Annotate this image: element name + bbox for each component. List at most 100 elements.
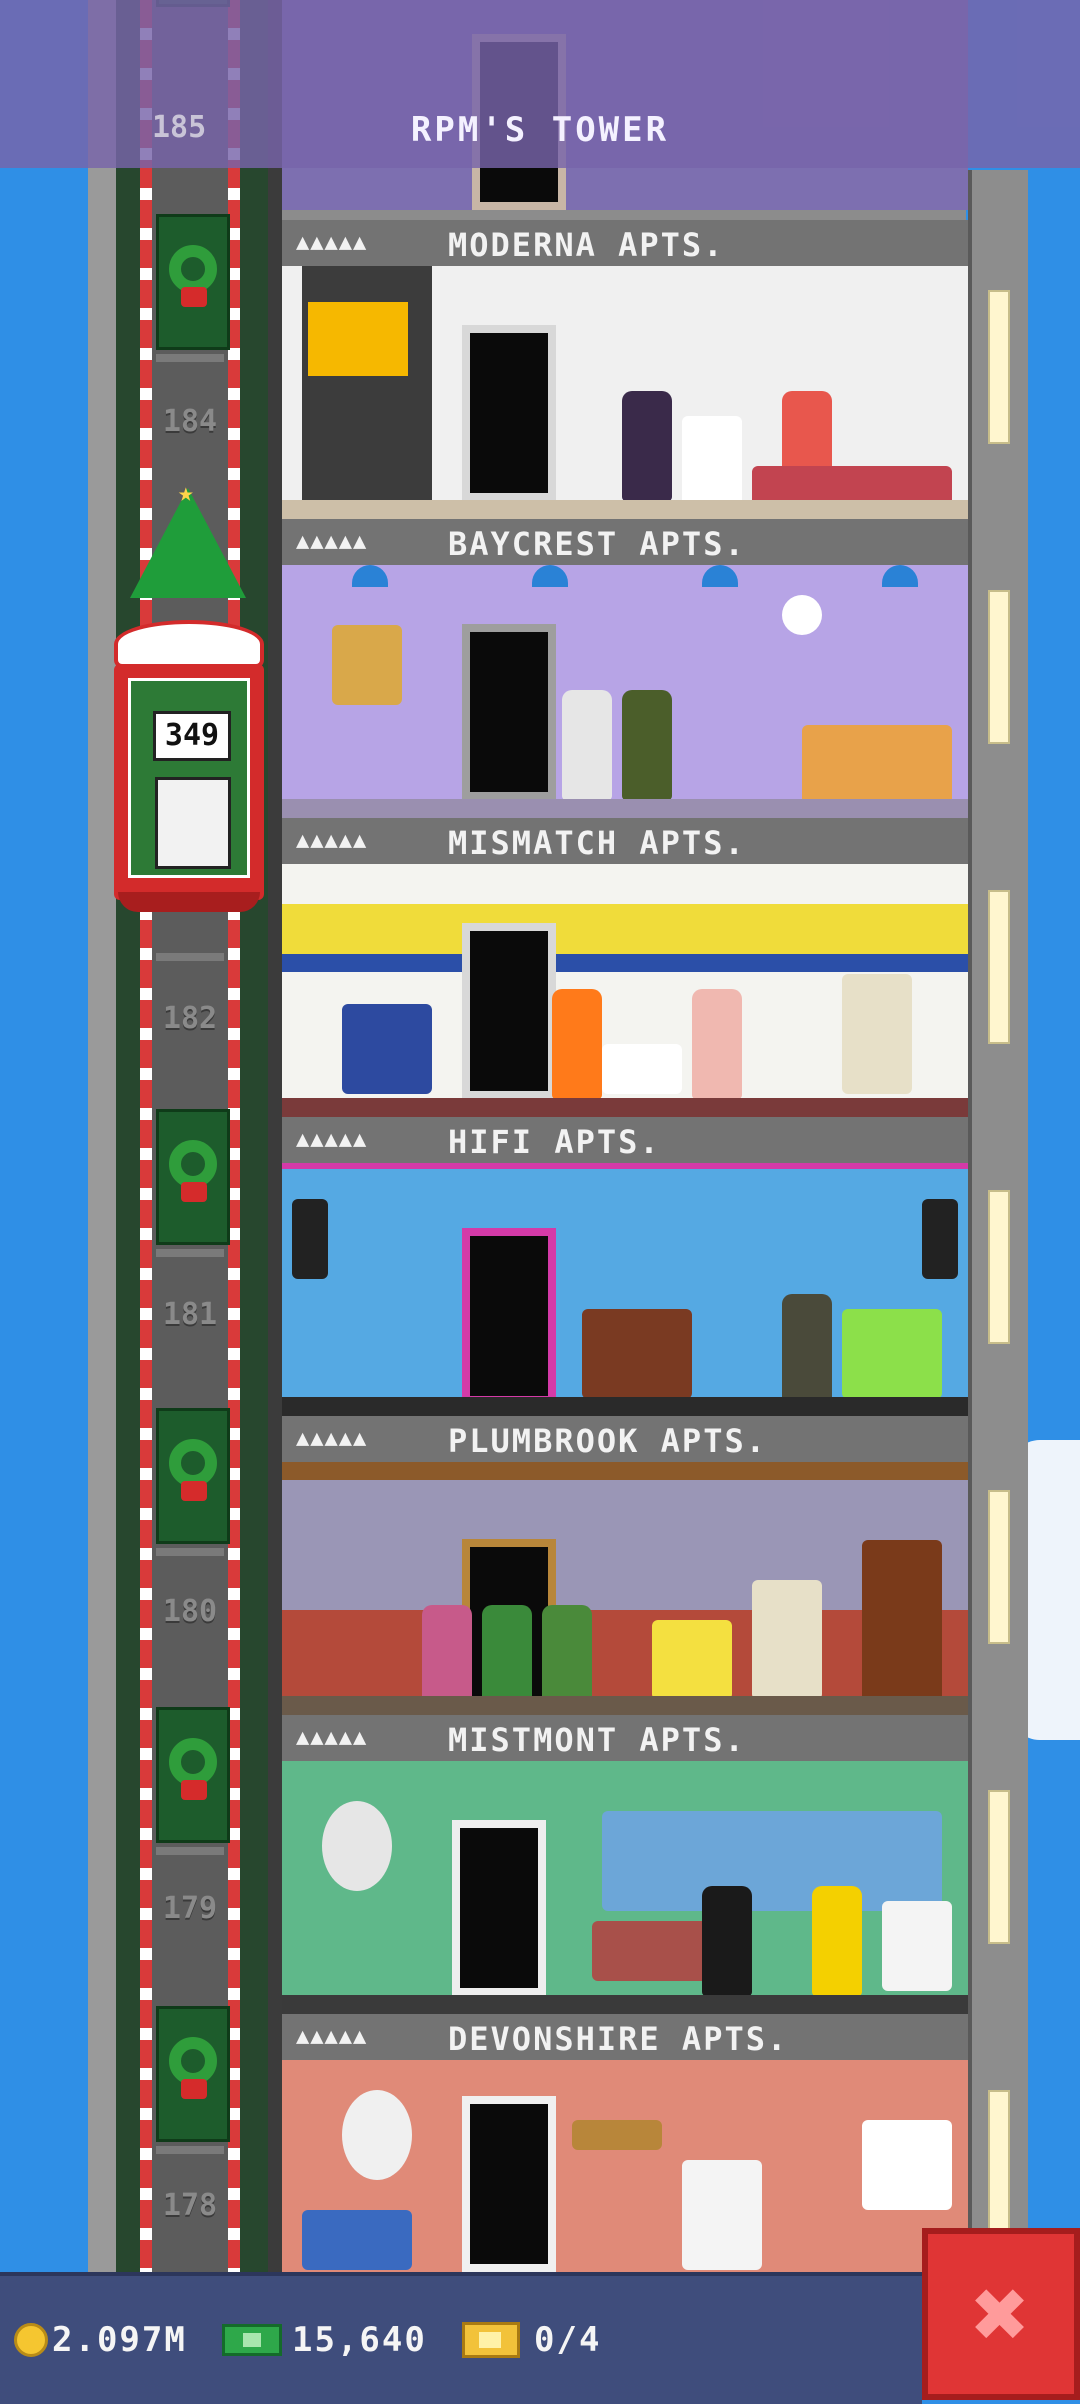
star-icon: ★ <box>178 478 194 508</box>
ceiling-lamp <box>882 565 918 587</box>
shaft-floor-number: 184 <box>162 404 218 439</box>
window <box>862 2120 952 2210</box>
elevator-roof <box>114 620 264 668</box>
shaft-floor: 180 <box>152 1408 230 1707</box>
floorboard <box>282 1696 968 1715</box>
elevator-door <box>156 1707 230 1843</box>
resident-character[interactable] <box>782 1294 832 1404</box>
story-name: MISMATCH APTS. <box>448 824 746 862</box>
room-interior <box>282 1761 968 2006</box>
robot-character[interactable] <box>562 690 612 800</box>
shaft-floor: 178 <box>152 2006 230 2305</box>
coins-counter[interactable]: 2.097M <box>14 2314 187 2366</box>
bux-value: 15,640 <box>292 2320 427 2360</box>
painting <box>332 625 402 705</box>
story-moderna[interactable]: ▲▲▲▲▲ MODERNA APTS. <box>282 220 968 519</box>
shaft-slat <box>156 1548 224 1556</box>
elevator-shaft[interactable]: 184 182 181 180 179 178 <box>140 0 240 2272</box>
tickets-counter[interactable]: 0/4 <box>462 2314 601 2366</box>
shaft-outer-wall <box>88 0 116 2272</box>
occupants-icon: ▲▲▲▲▲ <box>296 1127 368 1152</box>
close-button[interactable]: ✖ <box>922 2228 1080 2400</box>
story-name: DEVONSHIRE APTS. <box>448 2020 789 2058</box>
column-light <box>988 890 1010 1044</box>
story-nameplate: ▲▲▲▲▲ MISMATCH APTS. <box>282 818 968 868</box>
clock-icon <box>782 595 822 635</box>
story-plumbrook[interactable]: ▲▲▲▲▲ PLUMBROOK APTS. <box>282 1416 968 1725</box>
occupants-icon: ▲▲▲▲▲ <box>296 2024 368 2049</box>
story-baycrest[interactable]: ▲▲▲▲▲ BAYCREST APTS. <box>282 519 968 818</box>
coins-value: 2.097M <box>52 2320 187 2360</box>
room-door <box>452 1820 546 1996</box>
story-hifi[interactable]: ▲▲▲▲▲ HIFI APTS. <box>282 1117 968 1416</box>
shaft-inner-wall-right <box>240 0 268 2272</box>
wreath-icon <box>169 1439 217 1487</box>
elevator-door <box>156 1408 230 1544</box>
elevator-car[interactable]: 349 <box>114 620 264 916</box>
sofa <box>302 2210 412 2270</box>
shaft-floor-number: 181 <box>162 1297 218 1332</box>
punk-character[interactable] <box>552 989 602 1099</box>
shaft-slat <box>156 1847 224 1855</box>
shaft-column <box>268 0 282 2272</box>
elevator-door <box>156 214 230 350</box>
sofa <box>592 1921 712 1981</box>
room-interior <box>282 1163 968 1414</box>
shaft-floor-number: 182 <box>162 1001 218 1036</box>
story-nameplate: ▲▲▲▲▲ MODERNA APTS. <box>282 220 968 270</box>
story-mistmont[interactable]: ▲▲▲▲▲ MISTMONT APTS. <box>282 1715 968 2014</box>
shaft-slat <box>156 1249 224 1257</box>
story-devonshire[interactable]: ▲▲▲▲▲ DEVONSHIRE APTS. <box>282 2014 968 2313</box>
ceiling-lamp <box>702 565 738 587</box>
room-interior <box>282 864 968 1109</box>
shaft-floor: 179 <box>152 1707 230 2006</box>
tickets-value: 0/4 <box>534 2320 602 2360</box>
hazmat-character[interactable] <box>812 1886 862 1996</box>
close-icon: ✖ <box>972 2258 1030 2370</box>
shaft-floor: 184 <box>152 214 230 513</box>
wreath-icon <box>169 245 217 293</box>
story-nameplate: ▲▲▲▲▲ MISTMONT APTS. <box>282 1715 968 1765</box>
floorboard <box>282 500 968 519</box>
astronaut-character[interactable] <box>702 1886 752 1996</box>
shaft-inner-wall-left <box>116 0 140 2272</box>
floorboard <box>282 799 968 818</box>
wreath-icon <box>169 1738 217 1786</box>
record-shelf <box>582 1309 692 1399</box>
elevator-door <box>156 1109 230 1245</box>
elevator-rider[interactable] <box>155 777 231 869</box>
tower-title: RPM'S TOWER <box>410 110 670 150</box>
elevator-body: 349 <box>114 664 264 900</box>
shaft-floor-number: 178 <box>162 2188 218 2223</box>
refrigerator <box>682 2160 762 2270</box>
bux-icon <box>222 2324 282 2356</box>
fireplace <box>682 416 742 506</box>
room-door <box>462 923 556 1099</box>
bow-icon <box>181 1780 207 1800</box>
column-light <box>988 1190 1010 1344</box>
mirror <box>322 1801 392 1891</box>
room-interior <box>282 1462 968 1725</box>
column-light <box>988 1790 1010 1944</box>
shaft-slat <box>156 2146 224 2154</box>
wall-stripe <box>282 954 968 972</box>
room-interior <box>282 2060 968 2272</box>
occupants-icon: ▲▲▲▲▲ <box>296 230 368 255</box>
story-nameplate: ▲▲▲▲▲ PLUMBROOK APTS. <box>282 1416 968 1466</box>
armchair <box>652 1620 732 1700</box>
kitchen-counter <box>802 725 952 805</box>
soldier-character[interactable] <box>622 690 672 800</box>
story-mismatch[interactable]: ▲▲▲▲▲ MISMATCH APTS. <box>282 818 968 1117</box>
witch-character[interactable] <box>622 391 672 501</box>
bux-counter[interactable]: 15,640 <box>222 2314 427 2366</box>
mirror <box>342 2090 412 2180</box>
speaker <box>922 1199 958 1279</box>
stove <box>882 1901 952 1991</box>
status-bar: 2.097M 15,640 0/4 <box>0 2272 922 2404</box>
pig-character[interactable] <box>692 989 742 1099</box>
floorboard <box>282 1995 968 2014</box>
occupants-icon: ▲▲▲▲▲ <box>296 828 368 853</box>
shaft-floor-number: 179 <box>162 1891 218 1926</box>
shaft-floor: 181 <box>152 1109 230 1408</box>
floorboard <box>282 1098 968 1117</box>
